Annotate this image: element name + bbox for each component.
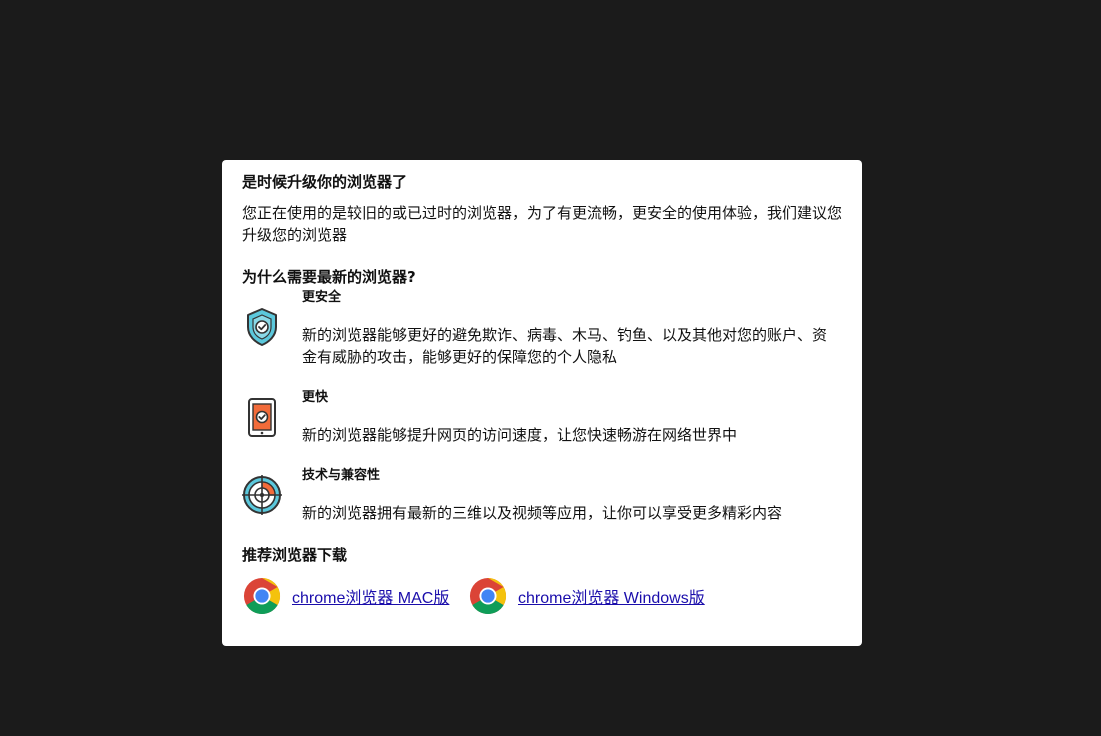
feature-desc-faster: 新的浏览器能够提升网页的访问速度，让您快速畅游在网络世界中 bbox=[302, 426, 738, 444]
target-icon bbox=[242, 475, 282, 515]
feature-desc-safer: 新的浏览器能够更好的避免欺诈、病毒、木马、钓鱼、以及其他对您的账户、资金有威胁的… bbox=[302, 326, 828, 366]
upgrade-browser-dialog: 是时候升级你的浏览器了 您正在使用的是较旧的或已过时的浏览器，为了有更流畅，更安… bbox=[222, 160, 862, 646]
download-mac-label[interactable]: chrome浏览器 MAC版 bbox=[292, 584, 449, 608]
feature-title-compatibility: 技术与兼容性 bbox=[302, 468, 381, 483]
intro-text: 您正在使用的是较旧的或已过时的浏览器，为了有更流畅，更安全的使用体验，我们建议您… bbox=[242, 204, 843, 244]
feature-desc-compatibility: 新的浏览器拥有最新的三维以及视频等应用，让你可以享受更多精彩内容 bbox=[302, 504, 783, 522]
dialog-title: 是时候升级你的浏览器了 bbox=[242, 173, 408, 191]
shield-check-icon bbox=[247, 308, 277, 346]
chrome-icon bbox=[243, 577, 281, 615]
download-chrome-mac-link[interactable]: chrome浏览器 MAC版 bbox=[243, 576, 449, 616]
tablet-check-icon bbox=[248, 398, 276, 437]
download-windows-label[interactable]: chrome浏览器 Windows版 bbox=[518, 584, 705, 608]
download-chrome-windows-link[interactable]: chrome浏览器 Windows版 bbox=[469, 576, 705, 616]
feature-title-safer: 更安全 bbox=[302, 290, 342, 305]
recommend-heading: 推荐浏览器下载 bbox=[242, 546, 348, 564]
chrome-icon bbox=[469, 577, 507, 615]
feature-title-faster: 更快 bbox=[302, 390, 329, 405]
why-heading: 为什么需要最新的浏览器? bbox=[242, 268, 416, 286]
